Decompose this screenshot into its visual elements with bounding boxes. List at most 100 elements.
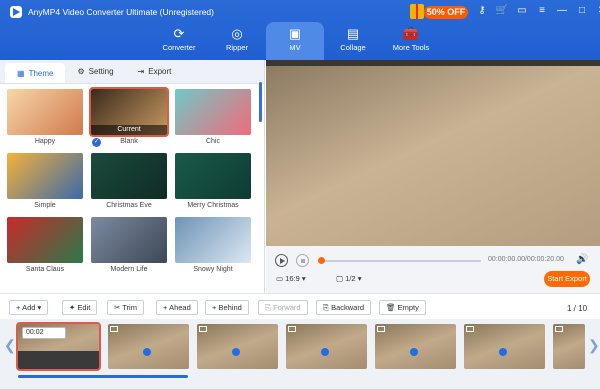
tab-ripper[interactable]: ◎ Ripper [208, 22, 266, 60]
scrollbar[interactable] [259, 82, 262, 122]
aspect-ratio-select[interactable]: ▭ 16:9 ▾ [276, 274, 306, 283]
ripper-icon: ◎ [231, 26, 243, 41]
cart-icon[interactable]: 🛒 [494, 4, 510, 18]
grid-icon: ▦ [17, 68, 25, 78]
theme-label: Merry Christmas [187, 202, 239, 209]
backward-button[interactable]: ⎘ Backward [316, 300, 372, 315]
empty-button[interactable]: 🗑 Empty [379, 300, 426, 315]
timeline: ❮ 00:02 ❯ [0, 319, 600, 389]
close-icon[interactable]: ✕ [594, 4, 600, 18]
preview-panel: 00:00:00.00/00:00:20.00 🔊 ▭ 16:9 ▾ ▢ 1/2… [266, 60, 600, 293]
theme-thumbnail [7, 153, 83, 199]
theme-label: Christmas Eve [106, 202, 152, 209]
theme-happy[interactable]: Happy [7, 89, 83, 145]
ball [499, 348, 507, 356]
theme-label: Snowy Night [193, 266, 233, 273]
player-controls: 00:00:00.00/00:00:20.00 🔊 ▭ 16:9 ▾ ▢ 1/2… [266, 246, 600, 293]
tab-mv[interactable]: ▣ MV [266, 22, 324, 60]
clip-5[interactable] [375, 324, 456, 369]
play-button[interactable] [275, 254, 288, 267]
theme-santa-claus[interactable]: Santa Claus [7, 217, 83, 273]
video-preview [266, 66, 600, 251]
image-icon [377, 326, 385, 332]
clip-toolbar: + Add ▾ ✦ Edit ✂ Trim + Ahead + Behind ⎘… [0, 293, 600, 319]
theme-modern-life[interactable]: Modern Life [91, 217, 167, 273]
theme-simple[interactable]: Simple [7, 153, 83, 209]
tab-export[interactable]: ⇥ Export [126, 60, 184, 83]
theme-label: Modern Life [110, 266, 148, 273]
page-select[interactable]: ▢ 1/2 ▾ [336, 274, 361, 283]
clip-1[interactable]: 00:02 [16, 322, 101, 371]
menu-icon[interactable]: ≡ [534, 4, 550, 18]
theme-chic[interactable]: Chic [175, 89, 251, 145]
theme-label: Simple [34, 202, 56, 209]
gear-icon: ⚙ [77, 67, 85, 76]
theme-thumbnail [91, 217, 167, 263]
trim-button[interactable]: ✂ Trim [107, 300, 144, 315]
theme-blank[interactable]: ✓ Current Blank [89, 87, 169, 147]
app-title: AnyMP4 Video Converter Ultimate (Unregis… [28, 7, 214, 17]
check-icon: ✓ [92, 138, 101, 147]
clip-controls [18, 351, 99, 369]
tab-theme[interactable]: ▦ Theme [5, 63, 66, 83]
chevron-left-icon[interactable]: ❮ [4, 337, 16, 354]
volume-icon[interactable]: 🔊 [576, 254, 588, 265]
theme-label: Santa Claus [25, 266, 65, 273]
clip-6[interactable] [464, 324, 545, 369]
progress-track[interactable] [321, 260, 481, 262]
timeline-scrollbar[interactable] [18, 375, 188, 378]
stop-button[interactable] [296, 254, 309, 267]
theme-thumbnail [175, 153, 251, 199]
progress-handle[interactable] [318, 257, 325, 264]
ahead-button[interactable]: + Ahead [156, 300, 198, 315]
key-icon[interactable]: ⚷ [474, 4, 490, 18]
theme-label: Blank [120, 138, 138, 145]
theme-snowy-night[interactable]: Snowy Night [175, 217, 251, 273]
forward-button[interactable]: ⎘ Forward [258, 300, 308, 315]
time-display: 00:00:00.00/00:00:20.00 [488, 256, 564, 263]
ball [232, 348, 240, 356]
export-icon: ⇥ [137, 67, 145, 76]
theme-merry-christmas[interactable]: Merry Christmas [175, 153, 251, 209]
add-button[interactable]: + Add ▾ [9, 300, 49, 315]
toolbox-icon: 🧰 [402, 26, 420, 41]
chevron-right-icon[interactable]: ❯ [588, 337, 600, 354]
ball [410, 348, 418, 356]
theme-christmas-eve[interactable]: Christmas Eve [91, 153, 167, 209]
image-icon [466, 326, 474, 332]
tab-more-tools[interactable]: 🧰 More Tools [382, 22, 440, 60]
clip-7[interactable] [553, 324, 585, 369]
edit-button[interactable]: ✦ Edit [62, 300, 98, 315]
theme-thumbnail [175, 217, 251, 263]
maximize-icon[interactable]: □ [574, 4, 590, 18]
gift-icon [410, 4, 424, 19]
tab-collage[interactable]: ▤ Collage [324, 22, 382, 60]
minimize-icon[interactable]: — [554, 4, 570, 18]
theme-label: Happy [34, 138, 56, 145]
clip-2[interactable] [108, 324, 189, 369]
ball [143, 348, 151, 356]
tab-converter[interactable]: ⟳ Converter [150, 22, 208, 60]
behind-button[interactable]: + Behind [205, 300, 249, 315]
theme-thumbnail [175, 89, 251, 135]
start-export-button[interactable]: Start Export [544, 271, 590, 287]
theme-thumbnail: Current [89, 87, 169, 137]
theme-panel: ▦ Theme ⚙ Setting ⇥ Export Happy ✓ Current Bla… [0, 60, 265, 293]
duration-field[interactable]: 00:02 [22, 327, 66, 339]
image-icon [199, 326, 207, 332]
app-logo-icon [10, 6, 22, 18]
theme-label: Chic [205, 138, 220, 145]
clip-3[interactable] [197, 324, 278, 369]
promo-banner[interactable]: 50% OFF [410, 4, 468, 20]
converter-icon: ⟳ [173, 26, 185, 41]
image-icon [288, 326, 296, 332]
mv-icon: ▣ [288, 26, 302, 41]
clip-counter: 1 / 10 [567, 304, 588, 313]
collage-icon: ▤ [346, 26, 360, 41]
tab-setting[interactable]: ⚙ Setting [65, 60, 125, 83]
clip-4[interactable] [286, 324, 367, 369]
theme-thumbnail [7, 89, 83, 135]
discount-badge[interactable]: 50% OFF [424, 6, 468, 19]
feedback-icon[interactable]: ▭ [514, 4, 530, 18]
title-bar: AnyMP4 Video Converter Ultimate (Unregis… [0, 0, 600, 60]
